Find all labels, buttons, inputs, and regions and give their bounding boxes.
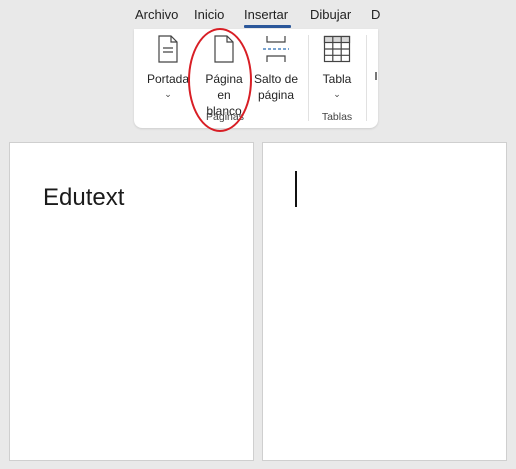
tab-archivo[interactable]: Archivo [135, 7, 178, 22]
text-cursor [295, 171, 297, 207]
tab-dibujar[interactable]: Dibujar [310, 7, 351, 22]
table-button[interactable]: Tabla ⌄ [316, 35, 358, 99]
chevron-down-icon: ⌄ [333, 89, 341, 99]
tab-inicio[interactable]: Inicio [194, 7, 224, 22]
document-page-1[interactable]: Edutext [9, 142, 254, 461]
document-page-2[interactable] [262, 142, 507, 461]
page-break-label-line2: página [257, 88, 295, 102]
cover-page-button[interactable]: Portada ⌄ [146, 35, 190, 99]
page-1-text: Edutext [43, 184, 125, 211]
page-break-button[interactable]: Salto de página [253, 35, 299, 103]
truncated-button-edge [375, 72, 377, 80]
active-tab-indicator [244, 25, 291, 28]
cover-page-icon [158, 35, 178, 63]
group-separator [366, 35, 367, 121]
group-separator [308, 35, 309, 121]
tab-d-partial[interactable]: D [371, 7, 380, 22]
highlight-annotation-ellipse [188, 28, 252, 132]
table-icon [323, 35, 351, 63]
group-label-tablas: Tablas [321, 111, 353, 123]
ribbon-tab-bar: Archivo Inicio Insertar Dibujar D [0, 0, 380, 28]
chevron-down-icon: ⌄ [164, 89, 172, 99]
table-label: Tabla [322, 72, 352, 86]
ribbon-panel: Portada ⌄ Página en blanco Salto de pági… [134, 29, 378, 128]
page-break-icon [263, 36, 289, 62]
cover-page-label: Portada [146, 72, 190, 86]
tab-insertar[interactable]: Insertar [244, 7, 288, 22]
page-break-label-line1: Salto de [253, 72, 299, 86]
